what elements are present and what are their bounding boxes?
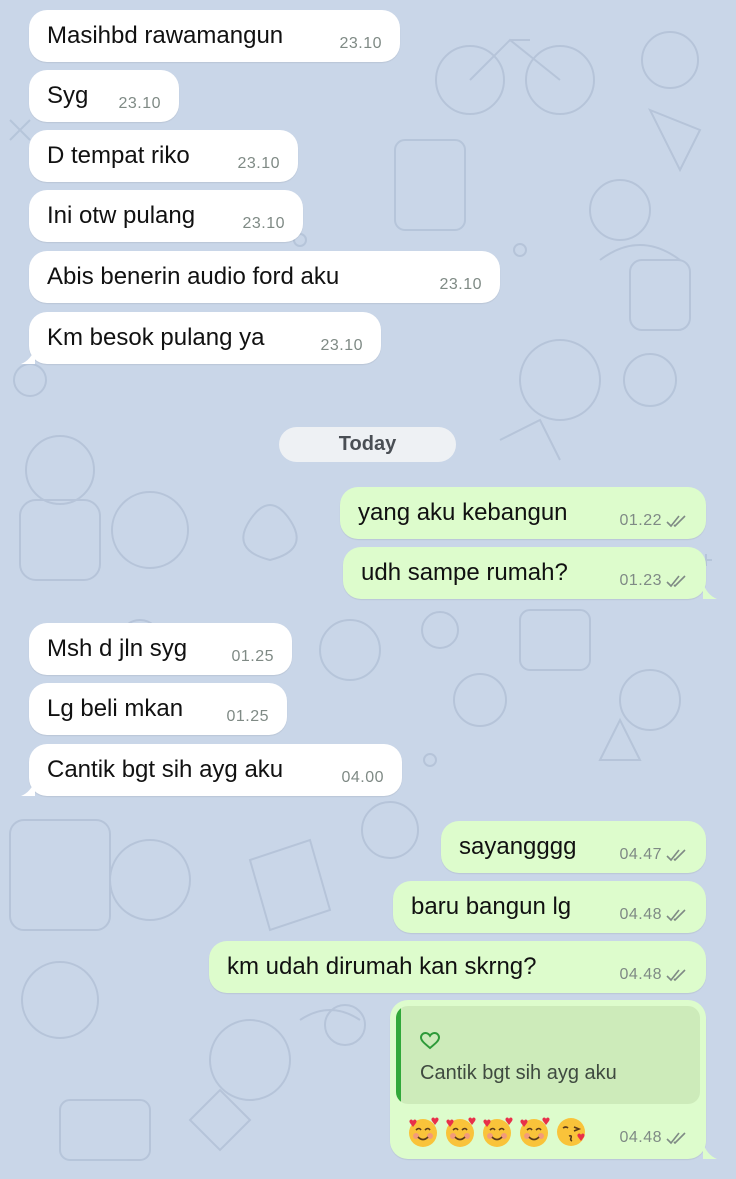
message-meta: 23.10: [320, 337, 363, 355]
message-text: Abis benerin audio ford aku: [47, 263, 340, 290]
heart-outline-icon: [420, 1032, 440, 1050]
message-bubble-outgoing[interactable]: yang aku kebangun 01.22: [340, 487, 706, 539]
message-text: Syg: [47, 82, 89, 109]
bubble-tail-icon: [21, 780, 35, 796]
read-double-check-icon: [666, 849, 686, 862]
message-time: 23.10: [237, 155, 280, 172]
message-meta: 23.10: [242, 215, 285, 233]
message-time: 23.10: [118, 95, 161, 112]
message-bubble-outgoing[interactable]: udh sampe rumah? 01.23: [343, 547, 717, 599]
bubble-tail-icon: [703, 583, 717, 599]
message-meta: 01.22: [619, 512, 688, 530]
message-text: yang aku kebangun: [358, 499, 568, 526]
message-bubble-incoming[interactable]: Cantik bgt sih ayg aku 04.00: [21, 744, 402, 796]
message-bubble-incoming[interactable]: Lg beli mkan 01.25: [29, 683, 287, 735]
read-double-check-icon: [666, 969, 686, 982]
message-bubble-incoming[interactable]: D tempat riko 23.10: [29, 130, 298, 182]
message-bubble-incoming[interactable]: Abis benerin audio ford aku 23.10: [29, 251, 500, 303]
message-time: 04.00: [341, 769, 384, 786]
message-bubble-incoming[interactable]: Masihbd rawamangun 23.10: [29, 10, 400, 62]
message-text: Ini otw pulang: [47, 202, 196, 229]
quoted-text: Cantik bgt sih ayg aku: [420, 1062, 617, 1084]
read-double-check-icon: [666, 575, 686, 588]
message-time: 01.25: [231, 648, 274, 665]
message-bubble-outgoing[interactable]: baru bangun lg 04.48: [393, 881, 706, 933]
smiling-face-with-hearts-icon: [446, 1117, 476, 1147]
message-time: 23.10: [339, 35, 382, 52]
message-time: 04.48: [619, 966, 662, 983]
message-text: Lg beli mkan: [47, 695, 184, 722]
quote-accent-bar: [396, 1006, 401, 1104]
message-meta: 04.48: [619, 1129, 688, 1147]
message-text: udh sampe rumah?: [361, 559, 568, 586]
message-meta: 04.48: [619, 966, 688, 984]
message-text: baru bangun lg: [411, 893, 572, 920]
read-double-check-icon: [666, 909, 686, 922]
message-text: sayangggg: [459, 833, 577, 860]
emoji-row: [406, 1115, 588, 1149]
message-meta: 01.23: [619, 572, 688, 590]
message-bubble-incoming[interactable]: Ini otw pulang 23.10: [29, 190, 303, 242]
message-meta: 04.48: [619, 906, 688, 924]
bubble-tail-icon: [703, 1143, 717, 1159]
message-bubble-incoming[interactable]: Syg 23.10: [29, 70, 179, 122]
message-time: 23.10: [320, 337, 363, 354]
message-time: 04.47: [619, 846, 662, 863]
message-time: 23.10: [439, 276, 482, 293]
message-text: km udah dirumah kan skrng?: [227, 953, 537, 980]
message-time: 04.48: [619, 1129, 662, 1146]
message-time: 23.10: [242, 215, 285, 232]
message-meta: 23.10: [339, 35, 382, 53]
read-double-check-icon: [666, 1132, 686, 1145]
message-time: 01.25: [226, 708, 269, 725]
message-meta: 04.47: [619, 846, 688, 864]
message-bubble-incoming[interactable]: Km besok pulang ya 23.10: [21, 312, 381, 364]
message-bubble-incoming[interactable]: Msh d jln syg 01.25: [29, 623, 292, 675]
message-text: Msh d jln syg: [47, 635, 188, 662]
message-text: Masihbd rawamangun: [47, 22, 284, 49]
face-blowing-a-kiss-icon: [557, 1118, 585, 1146]
smiling-face-with-hearts-icon: [409, 1117, 439, 1147]
message-text: Cantik bgt sih ayg aku: [47, 756, 284, 783]
message-time: 01.22: [619, 512, 662, 529]
message-meta: 23.10: [237, 155, 280, 173]
message-text: D tempat riko: [47, 142, 190, 169]
message-bubble-outgoing[interactable]: sayangggg 04.47: [441, 821, 706, 873]
message-text: Km besok pulang ya: [47, 324, 265, 351]
message-meta: 23.10: [439, 276, 482, 294]
quoted-message[interactable]: Cantik bgt sih ayg aku: [396, 1006, 700, 1104]
message-meta: 01.25: [231, 648, 274, 666]
message-meta: 23.10: [118, 95, 161, 113]
smiling-face-with-hearts-icon: [520, 1117, 550, 1147]
date-divider: Today: [279, 427, 456, 462]
smiling-face-with-hearts-icon: [483, 1117, 513, 1147]
read-double-check-icon: [666, 515, 686, 528]
message-bubble-reply[interactable]: Cantik bgt sih ayg aku 04.48: [390, 1000, 717, 1159]
message-meta: 01.25: [226, 708, 269, 726]
message-time: 01.23: [619, 572, 662, 589]
bubble-tail-icon: [21, 348, 35, 364]
message-time: 04.48: [619, 906, 662, 923]
message-bubble-outgoing[interactable]: km udah dirumah kan skrng? 04.48: [209, 941, 706, 993]
message-meta: 04.00: [341, 769, 384, 787]
